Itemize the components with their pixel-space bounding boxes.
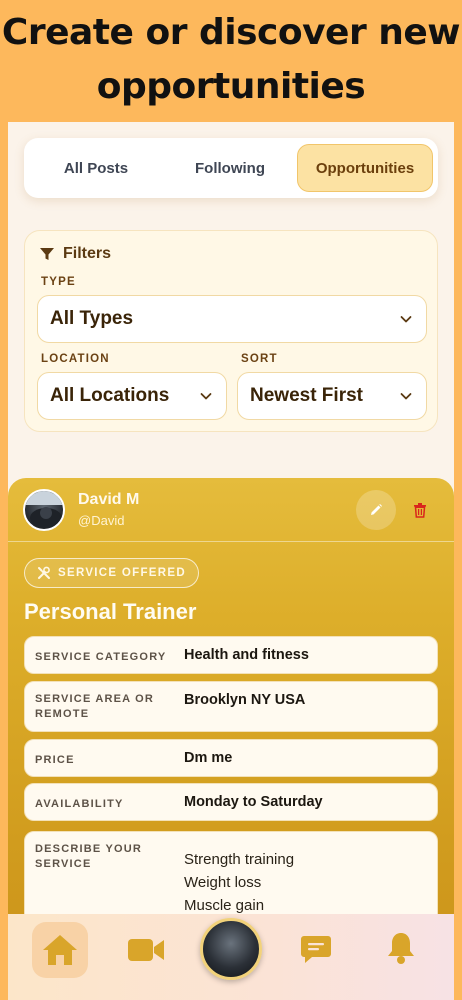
nav-video[interactable] — [126, 934, 166, 966]
filter-icon — [40, 248, 54, 260]
sort-select[interactable]: Newest First — [237, 372, 427, 420]
field-value: Dm me — [184, 750, 233, 766]
field-service-category: SERVICE CATEGORY Health and fitness — [24, 636, 438, 674]
chat-icon — [301, 936, 331, 963]
chevron-down-icon — [200, 393, 212, 400]
field-label: AVAILABILITY — [35, 798, 124, 810]
home-icon — [43, 935, 77, 965]
type-select[interactable]: All Types — [37, 295, 427, 343]
headline: Create or discover new opportunities — [1, 12, 461, 107]
pencil-icon — [371, 504, 382, 515]
sort-label: SORT — [241, 353, 278, 365]
tab-opportunities[interactable]: Opportunities — [297, 144, 433, 192]
field-value: Monday to Saturday — [184, 794, 323, 810]
type-label: TYPE — [41, 276, 76, 288]
description-line: Strength training — [184, 851, 295, 868]
tab-following[interactable]: Following — [163, 144, 297, 192]
chevron-down-icon — [400, 316, 412, 323]
sort-select-value: Newest First — [250, 385, 363, 406]
nav-home[interactable] — [32, 922, 88, 978]
badge-label: SERVICE OFFERED — [58, 567, 186, 579]
field-price: PRICE Dm me — [24, 739, 438, 777]
nav-messages[interactable] — [298, 932, 334, 966]
field-availability: AVAILABILITY Monday to Saturday — [24, 783, 438, 821]
feed-tabs: All Posts Following Opportunities — [24, 138, 438, 198]
user-name[interactable]: David M — [78, 491, 139, 509]
field-value: Brooklyn NY USA — [184, 692, 306, 708]
filters-header: Filters — [39, 245, 111, 263]
field-label: SERVICE AREA OR REMOTE — [35, 693, 155, 720]
description-lines: Strength training Weight loss Muscle gai… — [184, 848, 294, 917]
location-select[interactable]: All Locations — [37, 372, 227, 420]
tab-all-posts[interactable]: All Posts — [29, 144, 163, 192]
nav-profile-avatar[interactable] — [200, 918, 262, 980]
trash-icon — [414, 503, 426, 518]
chevron-down-icon — [400, 393, 412, 400]
filters-panel: Filters TYPE All Types LOCATION All Loca… — [24, 230, 438, 432]
avatar[interactable] — [23, 489, 65, 531]
app-screen: All Posts Following Opportunities Filter… — [8, 122, 454, 1000]
bell-icon — [388, 933, 414, 964]
description-line: Weight loss — [184, 874, 262, 891]
bottom-nav — [8, 914, 454, 1000]
location-select-value: All Locations — [50, 385, 170, 406]
status-badge: SERVICE OFFERED — [24, 558, 199, 588]
nav-notifications[interactable] — [384, 930, 418, 966]
delete-post-button[interactable] — [409, 498, 431, 522]
user-handle: @David — [78, 513, 125, 528]
post-header: David M @David — [8, 478, 454, 542]
post-title: Personal Trainer — [24, 599, 197, 624]
field-label: PRICE — [35, 754, 75, 766]
video-camera-icon — [128, 939, 164, 961]
filters-title: Filters — [63, 245, 112, 262]
tools-icon — [38, 566, 50, 579]
field-label: DESCRIBE YOUR SERVICE — [35, 843, 143, 870]
field-service-area: SERVICE AREA OR REMOTE Brooklyn NY USA — [24, 681, 438, 732]
type-select-value: All Types — [50, 308, 134, 329]
edit-post-button[interactable] — [356, 490, 396, 530]
location-label: LOCATION — [41, 353, 110, 365]
field-value: Health and fitness — [184, 647, 309, 663]
avatar-photo — [25, 491, 63, 528]
field-label: SERVICE CATEGORY — [35, 651, 167, 663]
